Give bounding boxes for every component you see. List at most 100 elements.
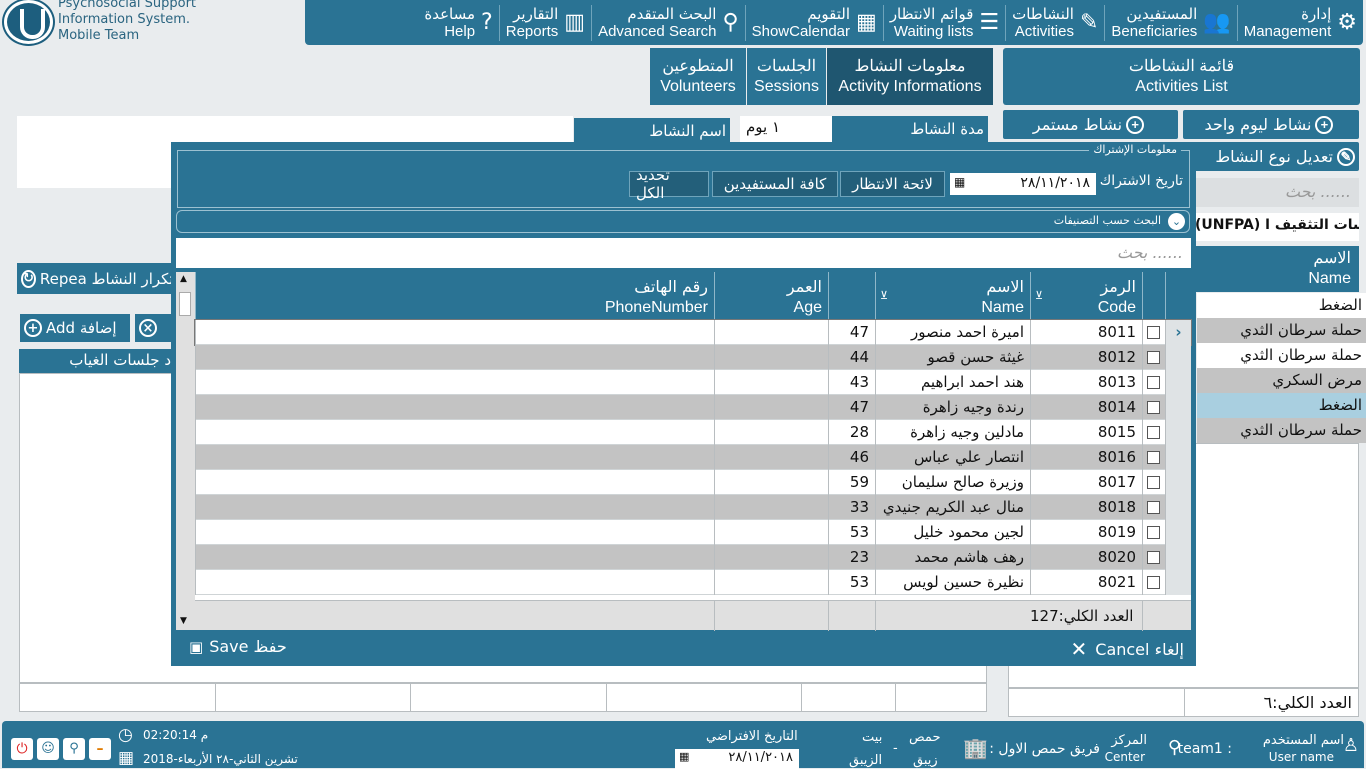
- code-cell: 8011: [1030, 320, 1142, 345]
- table-row[interactable]: 53 نظيرة حسين لويس 8021: [195, 570, 1191, 595]
- select-column-header[interactable]: [1142, 272, 1165, 320]
- calendar-icon: ▦: [954, 175, 966, 189]
- row-checkbox[interactable]: [1147, 551, 1160, 564]
- table-row[interactable]: 46 انتصار علي عباس 8016: [195, 445, 1191, 470]
- row-checkbox[interactable]: [1147, 576, 1160, 589]
- nav-label-ar: التقارير: [513, 4, 559, 23]
- tab-sessions[interactable]: الجلسات Sessions: [747, 48, 826, 105]
- row-checkbox[interactable]: [1147, 376, 1160, 389]
- activity-list-item[interactable]: حملة سرطان الثدي: [1197, 318, 1366, 343]
- table-row[interactable]: 53 لجين محمود خليل 8019: [195, 520, 1191, 545]
- scroll-thumb[interactable]: [179, 292, 191, 316]
- tab-activity-info[interactable]: معلومات النشاط Activity Informations: [827, 48, 993, 105]
- save-icon: ▣: [189, 637, 204, 656]
- all-beneficiaries-button[interactable]: كافة المستفيدين: [712, 171, 838, 197]
- table-row[interactable]: 23 رهف هاشم محمد 8020: [195, 545, 1191, 570]
- tab-activities-list[interactable]: قائمة النشاطات Activities List: [1003, 48, 1360, 105]
- value: ٢٨/١١/٢٠١٨: [1020, 175, 1090, 191]
- minimize-icon[interactable]: –: [89, 738, 111, 760]
- default-date-input[interactable]: ▦ ٢٨/١١/٢٠١٨: [675, 749, 799, 769]
- tab-label-en: Activity Informations: [838, 77, 982, 95]
- power-icon[interactable]: ⏻: [11, 738, 33, 760]
- row-indicator: [1165, 545, 1191, 570]
- vertical-scrollbar[interactable]: ▲ ▼: [176, 272, 195, 630]
- name-column-header[interactable]: الاسم Name ⊻: [875, 272, 1030, 320]
- nav-item-help[interactable]: ? مساعدة Help: [418, 5, 498, 41]
- row-checkbox[interactable]: [1147, 526, 1160, 539]
- table-row[interactable]: 47 اميرة احمد منصور 8011 ›: [194, 319, 1192, 346]
- nav-item-beneficiaries[interactable]: 👥 المستفيدين Beneficiaries: [1104, 4, 1236, 41]
- row-checkbox[interactable]: [1147, 326, 1160, 339]
- tab-label-en: Volunteers: [660, 77, 736, 95]
- edit-activity-type-button[interactable]: تعديل نوع النشاط ✎: [1190, 142, 1359, 171]
- nav-item-activities[interactable]: ✎ النشاطات Activities: [1005, 4, 1104, 41]
- row-checkbox[interactable]: [1147, 351, 1160, 364]
- add-button[interactable]: + Add إضافة: [20, 314, 130, 342]
- filter-icon[interactable]: ⊻: [1035, 286, 1043, 307]
- beneficiaries-grid: ▲ ▼ رقم الهاتف PhoneNumber العمر Age الاسم…: [176, 272, 1192, 631]
- repeat-activity-button[interactable]: ↻ Repea تكرار النشاط: [17, 263, 173, 294]
- tab-volunteers[interactable]: المتطوعين Volunteers: [650, 48, 746, 105]
- row-checkbox[interactable]: [1147, 401, 1160, 414]
- nav-item-management[interactable]: ⚙ إدارة Management: [1236, 4, 1363, 41]
- code-column-header[interactable]: الرمز Code ⊻: [1030, 272, 1142, 320]
- continuous-activity-button[interactable]: نشاط مستمر +: [1003, 110, 1178, 139]
- activity-list-item[interactable]: مرض السكري: [1197, 368, 1366, 393]
- row-checkbox[interactable]: [1147, 501, 1160, 514]
- col-ar: الاسم: [1313, 250, 1351, 267]
- center-label-en: Center: [1104, 750, 1145, 764]
- table-row[interactable]: 44 غيثة حسن قصو 8012: [195, 345, 1191, 370]
- plus-icon: +: [1315, 115, 1334, 134]
- activity-list-item[interactable]: الضغط: [1197, 393, 1366, 418]
- waiting-list-button[interactable]: لائحة الانتظار: [840, 171, 945, 197]
- save-button[interactable]: ▣ Save حفظ: [189, 637, 287, 656]
- table-row[interactable]: 43 هند احمد ابراهيم 8013: [195, 370, 1191, 395]
- activity-list-item[interactable]: حملة سرطان الثدي: [1197, 418, 1366, 443]
- tab-label-ar: المتطوعين: [662, 57, 734, 75]
- name-cell: هند احمد ابراهيم: [875, 370, 1030, 395]
- phone-column-header[interactable]: رقم الهاتف PhoneNumber: [195, 272, 714, 320]
- cancel-button[interactable]: ✕ Cancel إلغاء: [1071, 637, 1185, 661]
- remove-button[interactable]: ×: [135, 314, 175, 342]
- code-cell: 8018: [1030, 495, 1142, 520]
- duration-field[interactable]: ١ يوم: [740, 116, 832, 142]
- right-search-input[interactable]: بحث ......: [1190, 178, 1359, 207]
- age-cell: 33: [828, 495, 875, 520]
- filter-by-category[interactable]: البحث حسب التصنيفات ⌄: [176, 210, 1190, 233]
- nav-item-advanced-search[interactable]: ⚲ البحث المتقدم Advanced Search: [591, 4, 745, 41]
- table-row[interactable]: 47 رندة وجيه زاهرة 8014: [195, 395, 1191, 420]
- map-pin-icon[interactable]: ⚲: [63, 738, 85, 760]
- age-column-header[interactable]: العمر Age: [714, 272, 828, 320]
- row-checkbox[interactable]: [1147, 426, 1160, 439]
- filter-icon[interactable]: ⊻: [880, 286, 888, 307]
- label: تعديل نوع النشاط: [1215, 147, 1333, 166]
- spacer-cell: [714, 320, 828, 345]
- table-row[interactable]: 59 وزيرة صالح سليمان 8017: [195, 470, 1191, 495]
- row-checkbox[interactable]: [1147, 451, 1160, 464]
- row-indicator-header: [1165, 272, 1191, 320]
- code-cell: 8012: [1030, 345, 1142, 370]
- select-all-button[interactable]: تحديد الكل: [629, 166, 709, 202]
- group-icon[interactable]: ☺: [37, 738, 59, 760]
- name-cell: رندة وجيه زاهرة: [875, 395, 1030, 420]
- logo-line3: Mobile Team: [58, 28, 140, 43]
- one-day-activity-button[interactable]: نشاط ليوم واحد +: [1183, 110, 1359, 139]
- table-row[interactable]: 28 مادلين وجيه زاهرة 8015: [195, 420, 1191, 445]
- row-checkbox[interactable]: [1147, 476, 1160, 489]
- activity-list-item[interactable]: حملة سرطان الثدي: [1197, 343, 1366, 368]
- nav-item-reports[interactable]: ▥ التقارير Reports: [498, 4, 591, 41]
- age-sub-header[interactable]: [828, 272, 875, 320]
- date: تشرين الثاني-٢٨ الأربعاء-2018: [143, 752, 298, 766]
- col-en: PhoneNumber: [604, 299, 708, 316]
- table-row[interactable]: 33 منال عبد الكريم جنيدي 8018: [195, 495, 1191, 520]
- nav-item-showcalendar[interactable]: ▦ التقويم ShowCalendar: [744, 4, 883, 41]
- absence-column-header[interactable]: د جلسات الغياب: [19, 349, 175, 373]
- spacer-cell: [714, 345, 828, 370]
- name-column-header[interactable]: الاسم Name: [1190, 246, 1359, 292]
- activity-list-item[interactable]: الضغط: [1197, 293, 1366, 318]
- spacer-cell: [714, 520, 828, 545]
- subscription-date-input[interactable]: ▦ ٢٨/١١/٢٠١٨: [950, 173, 1096, 195]
- checkbox-cell: [1142, 395, 1165, 420]
- modal-search-input[interactable]: بحث ......: [176, 238, 1191, 268]
- nav-item-waiting-lists[interactable]: ☰ قوائم الانتظار Waiting lists: [882, 4, 1005, 41]
